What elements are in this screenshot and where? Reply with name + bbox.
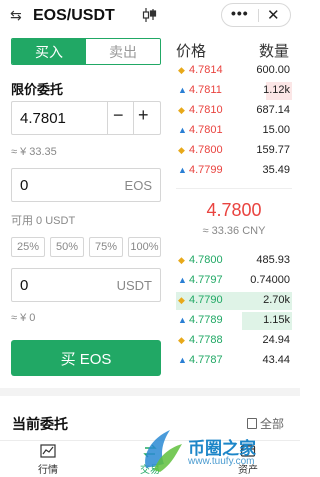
row-price: 4.7811 — [189, 84, 222, 96]
row-qty: 0.74000 — [250, 274, 290, 286]
watermark-url: www.tuufy.com — [188, 456, 255, 467]
ask-row[interactable]: ▲ 4.7811 1.12k — [176, 81, 292, 101]
orderbook-qty-header: 数量 — [259, 43, 290, 60]
row-price: 4.7810 — [189, 104, 223, 116]
row-qty: 35.49 — [262, 164, 290, 176]
pct-100-button[interactable]: 100% — [128, 237, 161, 257]
bid-row[interactable]: ▲ 4.7787 43.44 — [176, 351, 292, 371]
total-value[interactable]: 0 — [20, 277, 28, 294]
exchange-icon: ◆ — [178, 295, 185, 305]
row-qty: 159.77 — [256, 144, 290, 156]
total-input[interactable]: 0 USDT — [11, 268, 161, 302]
bid-row[interactable]: ◆ 4.7800 485.93 — [176, 251, 292, 271]
pair-title[interactable]: EOS/USDT — [33, 7, 115, 25]
swap-pair-icon[interactable]: ⇆ — [10, 7, 22, 24]
stepper-divider — [107, 102, 108, 134]
amount-input[interactable]: 0 EOS — [11, 168, 161, 202]
row-qty: 687.14 — [256, 104, 290, 116]
exchange-icon: ▲ — [178, 85, 187, 95]
total-cny-approx: ≈ ¥ 0 — [11, 312, 36, 324]
chart-icon — [40, 444, 56, 458]
tab-sell[interactable]: 卖出 — [86, 39, 160, 64]
exchange-icon: ▲ — [178, 315, 187, 325]
ask-row[interactable]: ◆ 4.7810 687.14 — [176, 101, 292, 121]
candlestick-icon[interactable] — [140, 6, 158, 24]
mini-program-capsule: ••• ✕ — [221, 3, 291, 27]
row-qty: 1.12k — [263, 84, 290, 96]
ask-row[interactable]: ▲ 4.7799 35.49 — [176, 161, 292, 181]
exchange-icon: ▲ — [178, 275, 187, 285]
pct-75-button[interactable]: 75% — [89, 237, 123, 257]
row-qty: 600.00 — [256, 64, 290, 76]
row-price: 4.7788 — [189, 334, 223, 346]
exchange-icon: ◆ — [178, 65, 185, 75]
row-qty: 485.93 — [256, 254, 290, 266]
amount-value[interactable]: 0 — [20, 177, 28, 194]
bid-row[interactable]: ◆ 4.7788 24.94 — [176, 331, 292, 351]
tabbar-item-market[interactable]: 行情 — [38, 443, 58, 476]
watermark-logo-icon — [145, 430, 182, 472]
order-type-label[interactable]: 限价委托 — [11, 79, 63, 98]
close-icon[interactable]: ✕ — [267, 6, 280, 24]
row-price: 4.7799 — [189, 164, 223, 176]
bid-row[interactable]: ▲ 4.7789 1.15k — [176, 311, 292, 331]
row-price: 4.7814 — [189, 64, 223, 76]
row-price: 4.7800 — [189, 254, 223, 266]
row-price: 4.7790 — [189, 294, 223, 306]
exchange-icon: ▲ — [178, 355, 187, 365]
ask-row[interactable]: ▲ 4.7801 15.00 — [176, 121, 292, 141]
ask-row[interactable]: ◆ 4.7800 159.77 — [176, 141, 292, 161]
row-price: 4.7797 — [189, 274, 223, 286]
row-price: 4.7800 — [189, 144, 223, 156]
row-qty: 15.00 — [262, 124, 290, 136]
current-orders-title: 当前委托 — [12, 416, 68, 432]
exchange-icon: ◆ — [178, 145, 185, 155]
price-cny-approx: ≈ ¥ 33.35 — [11, 146, 57, 158]
row-price: 4.7801 — [189, 124, 223, 136]
buy-eos-button[interactable]: 买 EOS — [11, 340, 161, 376]
amount-unit: EOS — [124, 178, 152, 193]
row-qty: 24.94 — [262, 334, 290, 346]
exchange-icon: ◆ — [178, 255, 185, 265]
bid-row[interactable]: ▲ 4.7797 0.74000 — [176, 271, 292, 291]
price-minus-button[interactable]: − — [113, 105, 124, 126]
exchange-icon: ▲ — [178, 125, 187, 135]
row-qty: 1.15k — [263, 314, 290, 326]
more-icon[interactable]: ••• — [231, 5, 249, 21]
watermark: 币圈之家 www.tuufy.com — [140, 422, 300, 477]
exchange-icon: ▲ — [178, 165, 187, 175]
tab-buy[interactable]: 买入 — [12, 39, 86, 64]
bid-row[interactable]: ◆ 4.7790 2.70k — [176, 291, 292, 311]
capsule-divider — [258, 9, 259, 22]
row-price: 4.7789 — [189, 314, 223, 326]
ask-row[interactable]: ◆ 4.7814 600.00 — [176, 61, 292, 81]
row-qty: 43.44 — [262, 354, 290, 366]
price-value[interactable]: 4.7801 — [20, 110, 66, 127]
percentage-buttons: 25% 50% 75% 100% — [11, 237, 161, 257]
last-price-cny: ≈ 33.36 CNY — [202, 225, 266, 237]
price-plus-button[interactable]: + — [138, 105, 149, 126]
section-separator — [0, 388, 300, 396]
pct-25-button[interactable]: 25% — [11, 237, 45, 257]
total-unit: USDT — [116, 278, 152, 293]
buy-sell-tabs: 买入 卖出 — [11, 38, 161, 65]
available-balance: 可用 0 USDT — [11, 215, 76, 227]
header-bar: ⇆ EOS/USDT ••• ✕ — [0, 0, 300, 32]
orderbook-price-header: 价格 — [176, 43, 207, 60]
exchange-icon: ◆ — [178, 335, 185, 345]
stepper-divider — [133, 102, 134, 134]
pct-50-button[interactable]: 50% — [50, 237, 84, 257]
price-input[interactable]: 4.7801 − + — [11, 101, 161, 135]
last-price[interactable]: 4.7800 — [176, 200, 292, 221]
tabbar-label-market: 行情 — [38, 465, 58, 476]
row-price: 4.7787 — [189, 354, 223, 366]
exchange-icon: ◆ — [178, 105, 185, 115]
row-qty: 2.70k — [263, 294, 290, 306]
orderbook-divider — [176, 188, 292, 189]
